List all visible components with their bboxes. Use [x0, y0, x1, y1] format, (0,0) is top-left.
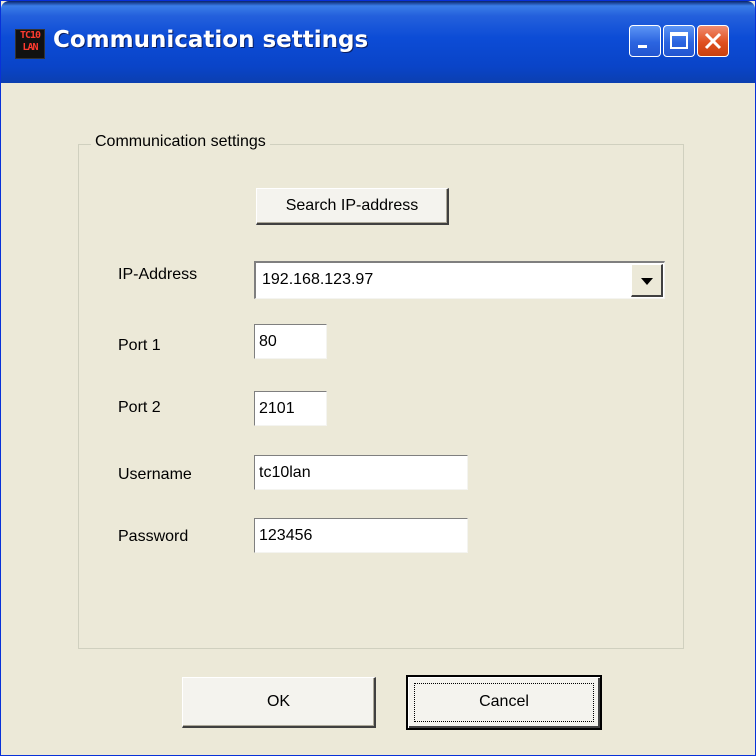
dialog-window: TC10 LAN Communication settings Communic… — [0, 0, 756, 756]
ip-address-value: 192.168.123.97 — [262, 271, 374, 288]
ok-button[interactable]: OK — [182, 677, 376, 728]
port1-input[interactable] — [254, 324, 327, 359]
username-label: Username — [118, 466, 192, 483]
maximize-button[interactable] — [663, 25, 695, 57]
password-label: Password — [118, 528, 189, 545]
maximize-icon — [670, 32, 688, 49]
dropdown-arrow-button[interactable] — [631, 264, 663, 297]
cancel-button[interactable]: Cancel — [406, 675, 602, 730]
port1-label: Port 1 — [118, 337, 161, 354]
app-logo-text-top: TC10 — [19, 30, 41, 41]
ip-address-dropdown[interactable]: 192.168.123.97 — [254, 261, 665, 299]
password-input[interactable] — [254, 518, 468, 553]
search-ip-address-button[interactable]: Search IP-address — [256, 188, 449, 225]
close-icon — [704, 32, 722, 50]
ip-address-label: IP-Address — [118, 266, 198, 283]
app-logo-icon: TC10 LAN — [15, 29, 45, 59]
port2-label: Port 2 — [118, 399, 161, 416]
window-title: Communication settings — [53, 27, 369, 53]
focus-ring — [414, 683, 594, 722]
app-logo-text-bottom: LAN — [22, 42, 38, 53]
group-box-title: Communication settings — [91, 133, 270, 151]
port2-input[interactable] — [254, 391, 327, 426]
chevron-down-icon — [641, 278, 653, 285]
title-bar[interactable]: TC10 LAN Communication settings — [1, 1, 755, 83]
close-button[interactable] — [697, 25, 729, 57]
minimize-icon — [638, 45, 647, 48]
minimize-button[interactable] — [629, 25, 661, 57]
username-input[interactable] — [254, 455, 468, 490]
